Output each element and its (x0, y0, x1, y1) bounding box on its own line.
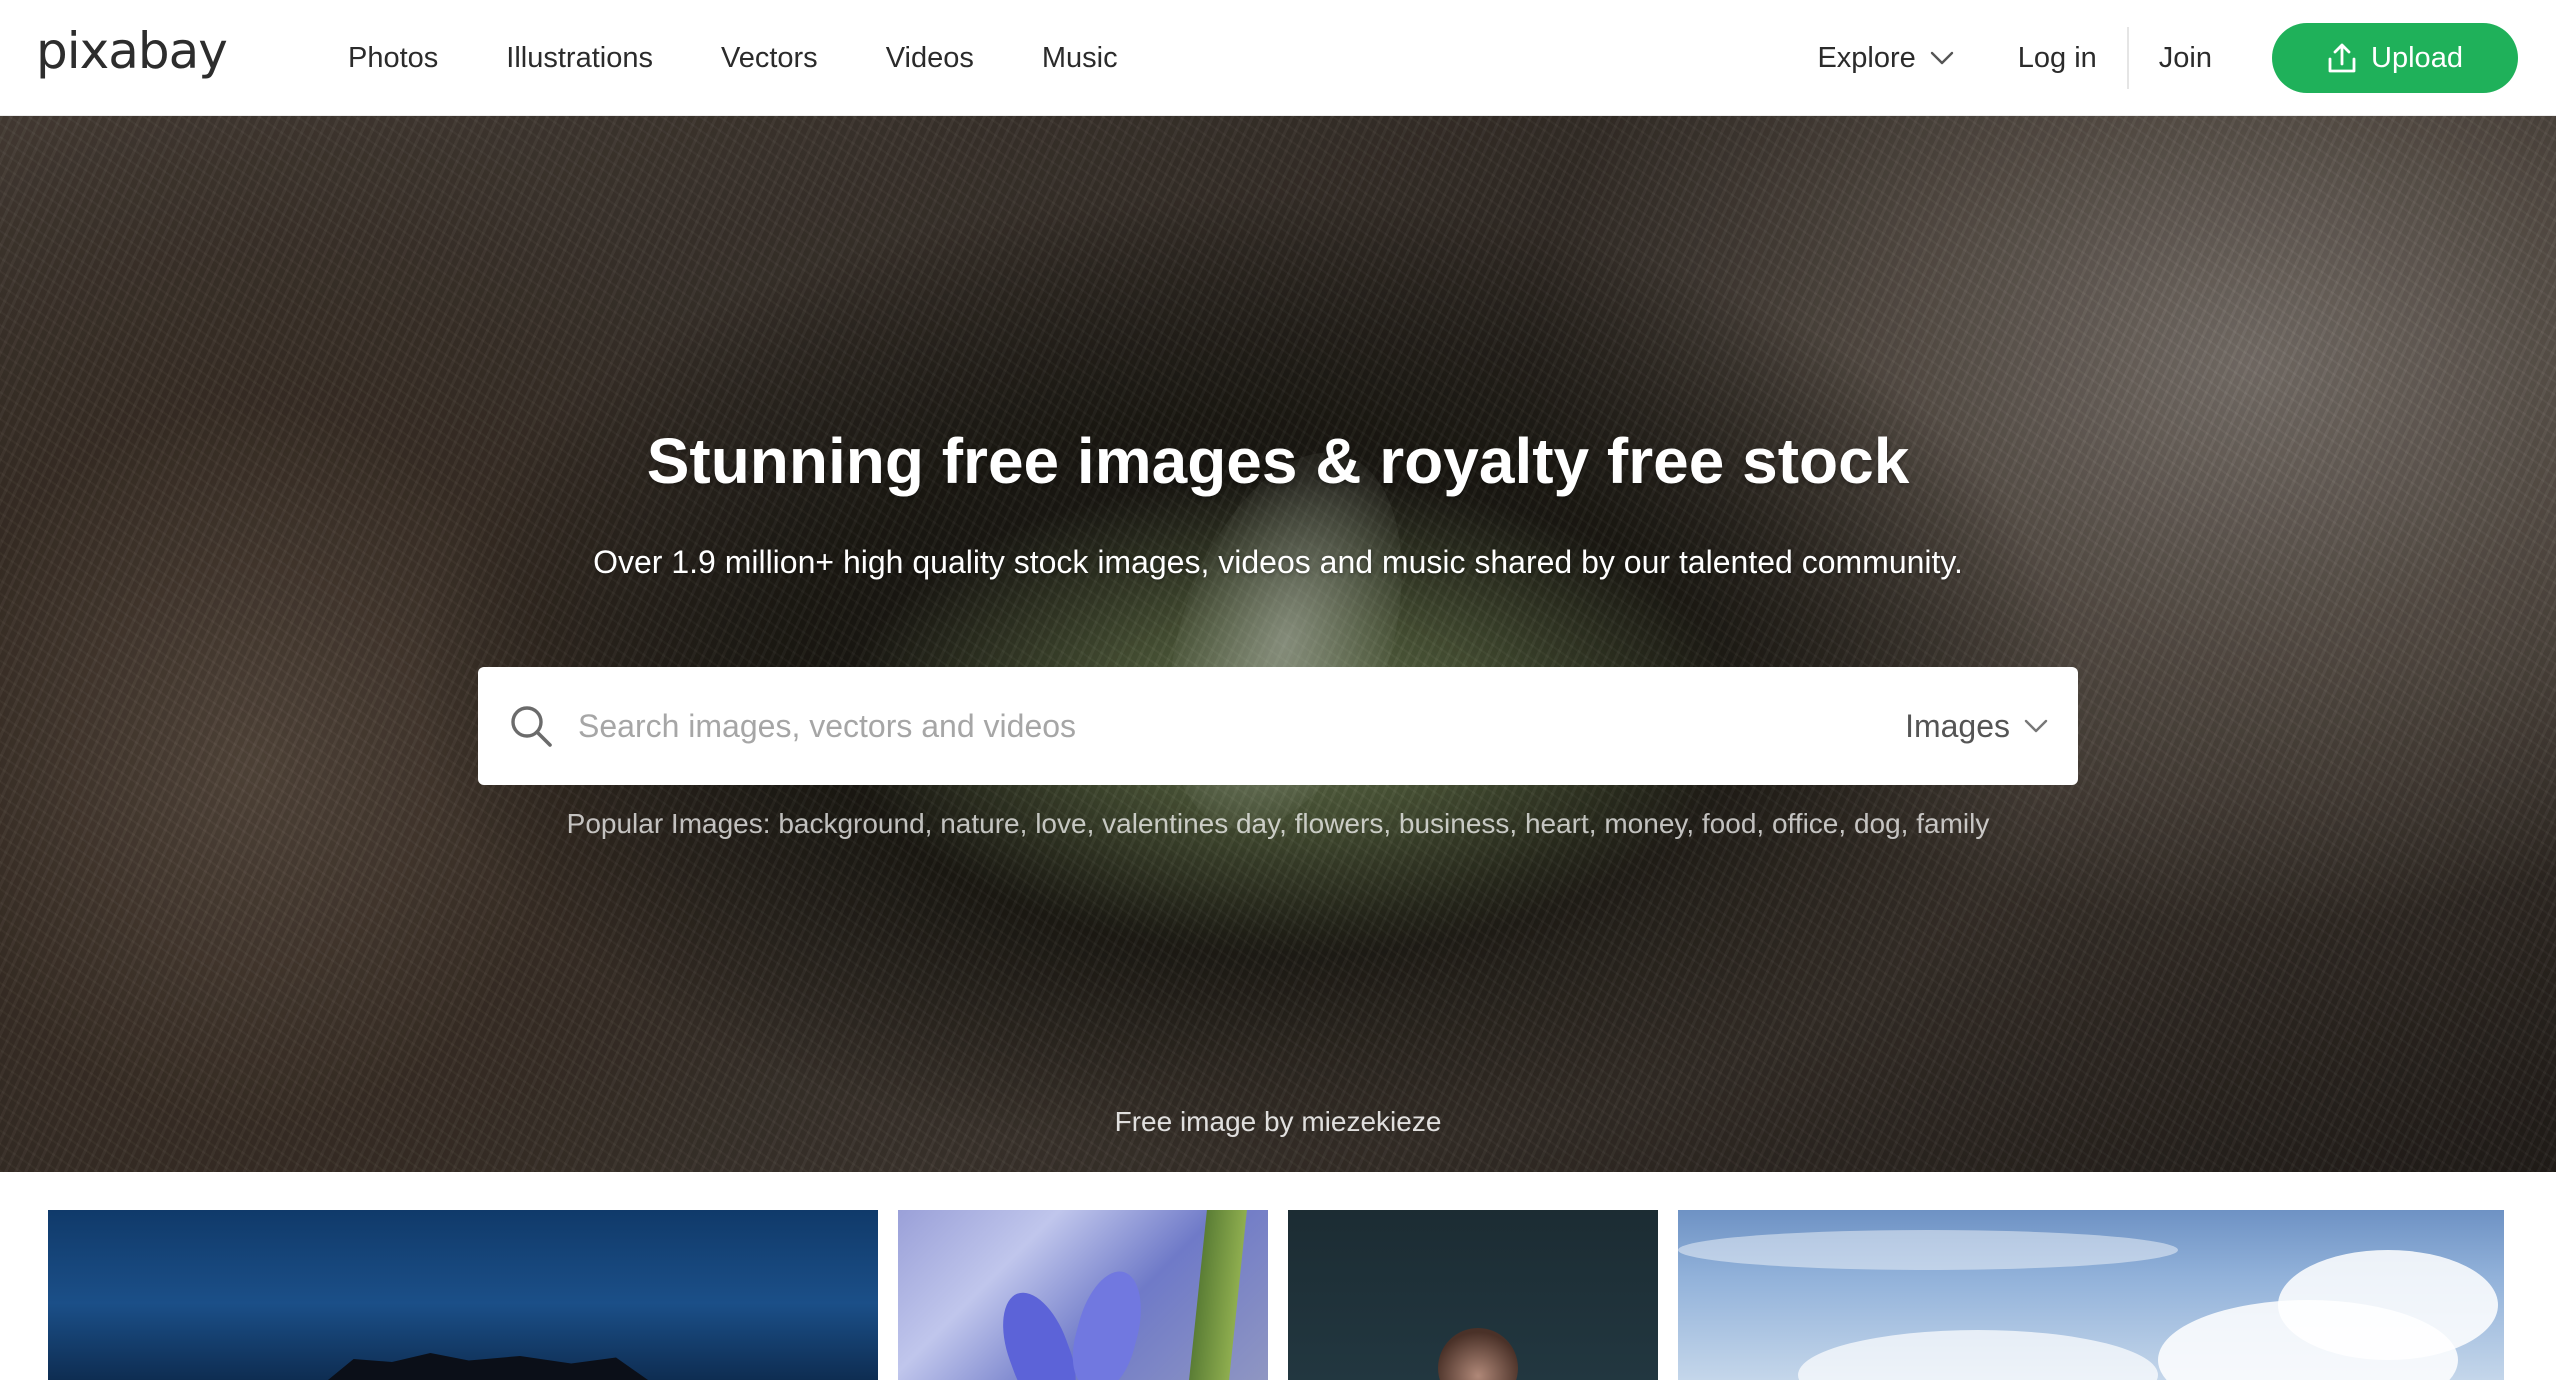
nav-vectors[interactable]: Vectors (721, 42, 818, 75)
thumb-stem (1189, 1210, 1247, 1380)
popular-tag-valentines-day[interactable]: valentines day (1102, 808, 1279, 839)
popular-tag-heart[interactable]: heart (1525, 808, 1589, 839)
chevron-down-icon (1930, 51, 1953, 65)
popular-searches: Popular Images: background, nature, love… (566, 808, 1990, 839)
popular-tag-dog[interactable]: dog (1854, 808, 1901, 839)
popular-tag-money[interactable]: money (1604, 808, 1686, 839)
pixabay-logo[interactable]: pixabay (36, 22, 228, 80)
upload-icon (2328, 43, 2356, 73)
join-link[interactable]: Join (2159, 42, 2212, 75)
gallery-image-iris-flower[interactable] (898, 1210, 1268, 1380)
nav-music[interactable]: Music (1042, 42, 1118, 75)
hero-title: Stunning free images & royalty free stoc… (646, 425, 1910, 497)
gallery-image-clouds[interactable] (1678, 1210, 2504, 1380)
popular-tag-background[interactable]: background (778, 808, 924, 839)
explore-menu[interactable]: Explore (1817, 42, 1953, 75)
nav-illustrations[interactable]: Illustrations (506, 42, 653, 75)
popular-tag-flowers[interactable]: flowers (1295, 808, 1384, 839)
thumb-silhouette (328, 1353, 648, 1380)
nav-photos[interactable]: Photos (348, 42, 438, 75)
thumb-petal (1063, 1264, 1153, 1380)
search-type-dropdown[interactable]: Images (1905, 667, 2048, 785)
thumb-head (1438, 1328, 1518, 1380)
popular-tag-love[interactable]: love (1035, 808, 1086, 839)
popular-tag-food[interactable]: food (1702, 808, 1757, 839)
popular-tag-business[interactable]: business (1399, 808, 1510, 839)
popular-tag-family[interactable]: family (1916, 808, 1989, 839)
hero-banner: Stunning free images & royalty free stoc… (0, 116, 2556, 1172)
search-type-label: Images (1905, 707, 2010, 744)
account-nav: Explore Log in Join Upload (1817, 0, 2518, 116)
main-nav: Photos Illustrations Vectors Videos Musi… (348, 0, 1186, 116)
login-link[interactable]: Log in (2018, 42, 2097, 75)
popular-label: Popular Images: (566, 808, 771, 839)
search-bar: Images (478, 667, 2078, 785)
nav-divider (2126, 27, 2129, 89)
hero-subtitle: Over 1.9 million+ high quality stock ima… (593, 544, 1963, 580)
search-icon[interactable] (508, 703, 554, 749)
image-credit[interactable]: Free image by miezekieze (0, 1106, 2556, 1138)
chevron-down-icon (2024, 719, 2048, 733)
hero-overlay (0, 116, 2556, 1172)
gallery-image-night-sky[interactable] (48, 1210, 878, 1380)
upload-button[interactable]: Upload (2272, 23, 2518, 93)
thumb-cloud (1678, 1230, 2178, 1270)
popular-tag-nature[interactable]: nature (940, 808, 1019, 839)
upload-label: Upload (2371, 41, 2463, 74)
explore-label: Explore (1817, 41, 1916, 74)
search-input[interactable] (578, 691, 1798, 761)
thumb-petal (989, 1283, 1087, 1380)
gallery-image-portrait[interactable] (1288, 1210, 1658, 1380)
top-navigation-bar: pixabay Photos Illustrations Vectors Vid… (0, 0, 2556, 116)
nav-videos[interactable]: Videos (886, 42, 974, 75)
popular-tag-office[interactable]: office (1772, 808, 1838, 839)
thumb-cloud (1798, 1330, 2158, 1380)
